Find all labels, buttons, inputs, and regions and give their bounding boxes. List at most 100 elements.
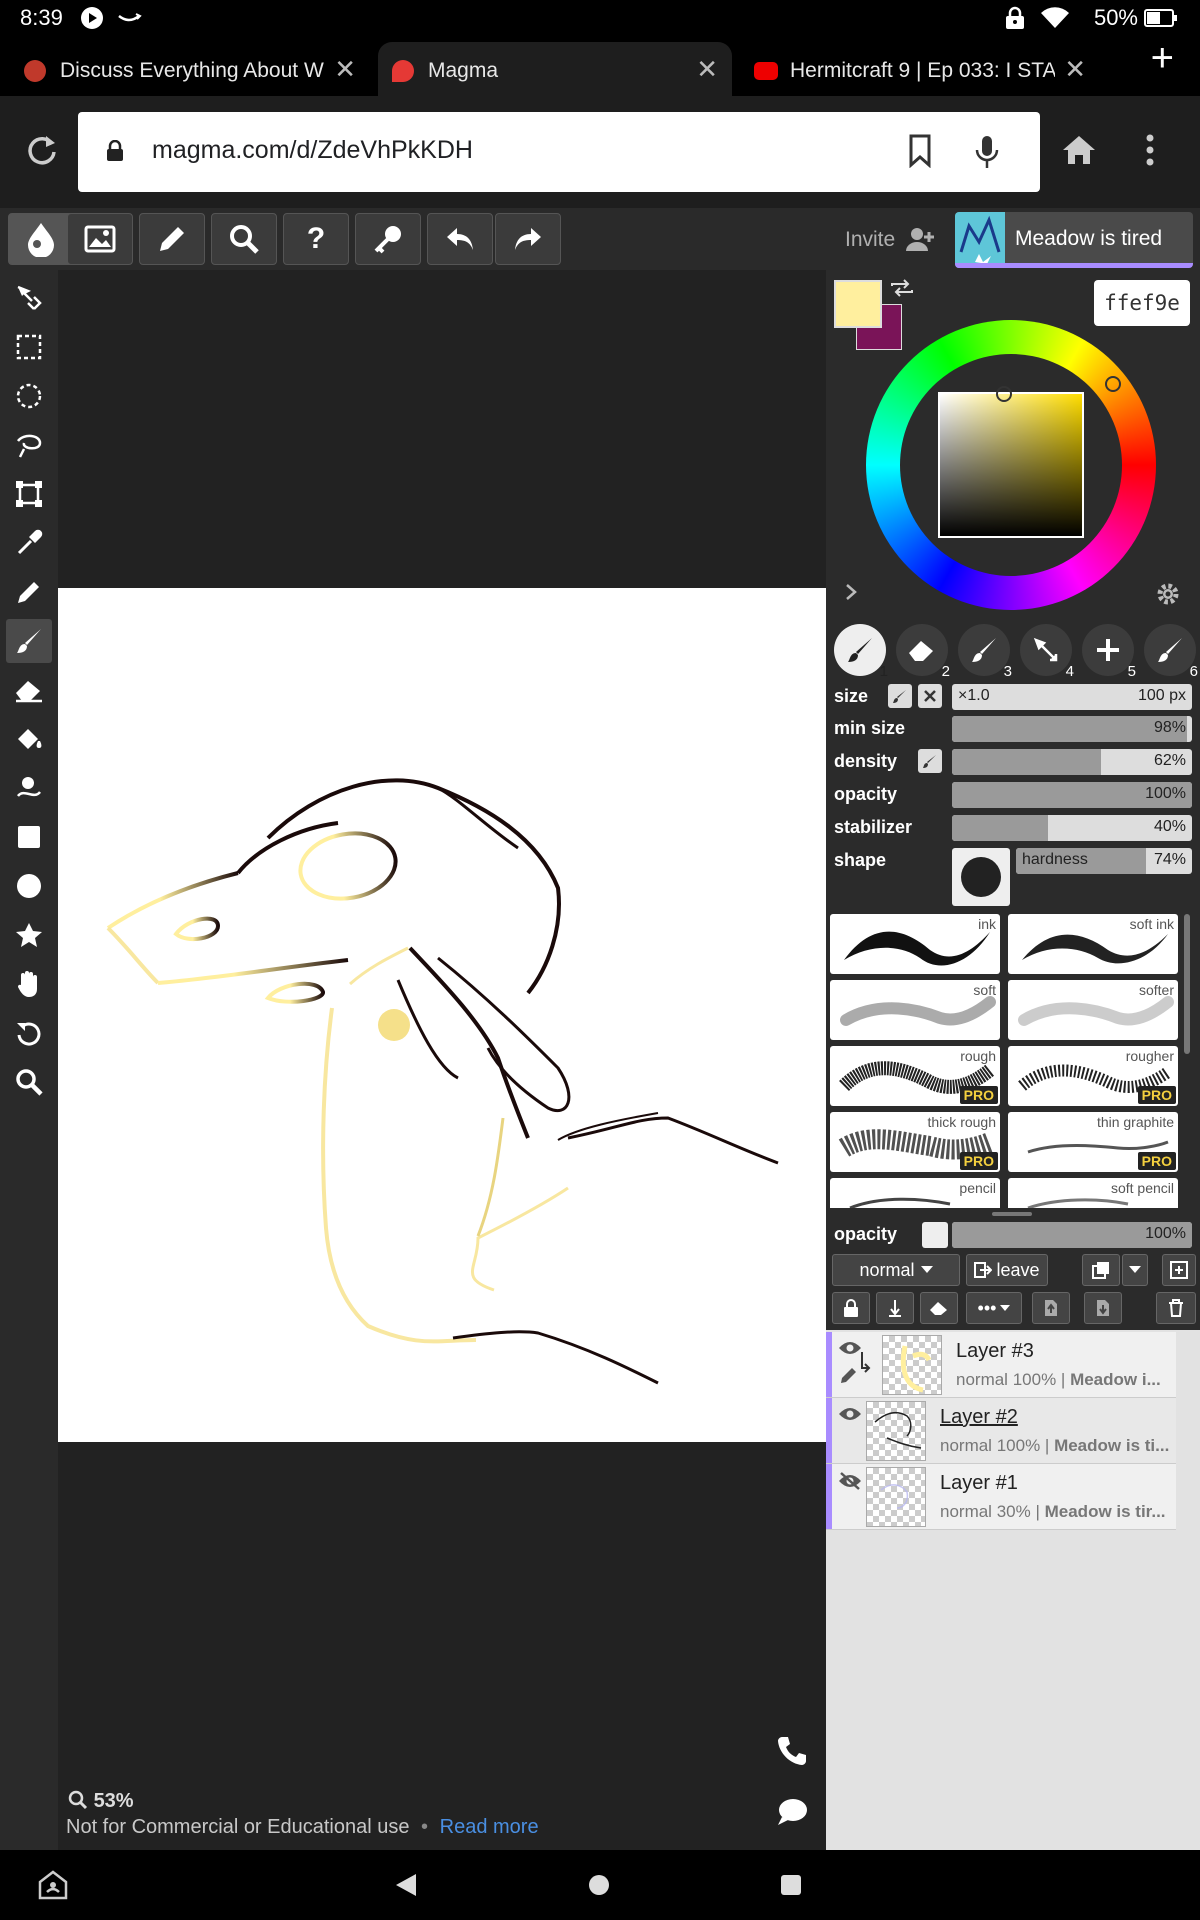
presets-scrollbar[interactable] (1184, 914, 1190, 1054)
layer-more-button[interactable]: ••• (966, 1292, 1022, 1324)
preset-soft[interactable]: soft (830, 980, 1000, 1040)
zoom-indicator[interactable]: 53% (68, 1790, 134, 1813)
tool-pencil[interactable] (6, 570, 52, 614)
swap-colors-icon[interactable] (890, 278, 914, 303)
new-tab-button[interactable]: + (1151, 36, 1174, 81)
tool-rotate[interactable] (6, 1011, 52, 1055)
layer-row-1[interactable]: Layer #1 normal 30% | Meadow is tir... (826, 1464, 1176, 1530)
color-wheel[interactable] (866, 320, 1156, 610)
brush-slot-4[interactable]: 4 (1020, 624, 1074, 680)
tool-eyedropper[interactable] (6, 521, 52, 565)
eye-hidden-icon[interactable] (838, 1472, 862, 1495)
preset-soft-ink[interactable]: soft ink (1008, 914, 1178, 974)
chevron-right-icon[interactable] (844, 582, 858, 607)
clipping-toggle[interactable] (922, 1222, 948, 1248)
layer-opacity-slider[interactable]: 100% (952, 1222, 1192, 1248)
close-tab-icon[interactable]: ✕ (1064, 54, 1086, 85)
preset-ink[interactable]: ink (830, 914, 1000, 974)
add-user-icon[interactable] (905, 226, 935, 257)
presets-resize-handle[interactable] (992, 1212, 1032, 1216)
size-slider[interactable]: ×1.0 100 px (952, 684, 1192, 710)
preset-rough[interactable]: rough PRO (830, 1046, 1000, 1106)
brush-slot-5[interactable]: 5 (1082, 624, 1136, 680)
clear-layer-button[interactable] (920, 1292, 958, 1324)
home-nav-icon[interactable] (588, 1874, 610, 1901)
duplicate-layer-button[interactable] (1082, 1254, 1120, 1286)
invite-label[interactable]: Invite (845, 228, 895, 252)
tool-rectangle[interactable] (6, 815, 52, 859)
move-layer-down-button[interactable] (1084, 1292, 1122, 1324)
gear-icon[interactable] (1156, 582, 1180, 611)
image-button[interactable] (67, 213, 133, 265)
move-layer-up-button[interactable] (1032, 1292, 1070, 1324)
url-field[interactable]: magma.com/d/ZdeVhPkKDH (78, 112, 1040, 192)
home-icon[interactable] (1062, 134, 1096, 171)
delete-layer-button[interactable] (1156, 1292, 1196, 1324)
brush-slot-3[interactable]: 3 (958, 624, 1012, 680)
tool-smudge[interactable] (6, 766, 52, 810)
recents-nav-icon[interactable] (780, 1874, 802, 1901)
user-chip[interactable]: Meadow is tired (955, 212, 1193, 268)
merge-down-button[interactable] (876, 1292, 914, 1324)
microphone-icon[interactable] (974, 134, 1000, 175)
tool-zoom[interactable] (6, 1060, 52, 1104)
preset-rougher[interactable]: rougher PRO (1008, 1046, 1178, 1106)
tool-brush[interactable] (6, 619, 52, 663)
eye-icon[interactable] (838, 1406, 862, 1427)
opacity-slider[interactable]: 100% (952, 782, 1192, 808)
tool-ellipse-select[interactable] (6, 374, 52, 418)
tool-move[interactable] (6, 276, 52, 320)
undo-button[interactable] (427, 213, 493, 265)
layer-row-3[interactable]: Layer #3 normal 100% | Meadow i... (826, 1332, 1176, 1398)
read-more-link[interactable]: Read more (440, 1816, 539, 1838)
redo-button[interactable] (495, 213, 561, 265)
tool-polygon[interactable] (6, 913, 52, 957)
tool-fill[interactable] (6, 717, 52, 761)
brush-shape-preview[interactable] (952, 848, 1010, 906)
stabilizer-slider[interactable]: 40% (952, 815, 1192, 841)
tab-magma[interactable]: Magma ✕ (378, 42, 732, 96)
preset-soft-pencil[interactable]: soft pencil (1008, 1178, 1178, 1208)
key-button[interactable] (355, 213, 421, 265)
help-button[interactable]: ? (283, 213, 349, 265)
add-layer-button[interactable] (1162, 1254, 1196, 1286)
phone-icon[interactable] (776, 1735, 808, 1772)
preset-thin-graphite[interactable]: thin graphite PRO (1008, 1112, 1178, 1172)
min-size-slider[interactable]: 98% (952, 716, 1192, 742)
saturation-square[interactable] (938, 392, 1084, 538)
tool-ellipse[interactable] (6, 864, 52, 908)
blend-mode-select[interactable]: normal (832, 1254, 960, 1286)
chat-icon[interactable] (776, 1797, 808, 1832)
pressure-density-icon[interactable] (918, 749, 942, 773)
tab-hermitcraft[interactable]: Hermitcraft 9 | Ep 033: I STAI ✕ (740, 42, 1100, 96)
brush-slot-6[interactable]: 6 (1144, 624, 1198, 680)
magma-menu-button[interactable] (8, 213, 74, 265)
tool-rect-select[interactable] (6, 325, 52, 369)
search-button[interactable] (211, 213, 277, 265)
tool-hand[interactable] (6, 962, 52, 1006)
close-tab-icon[interactable]: ✕ (696, 54, 718, 85)
eye-icon[interactable] (838, 1340, 862, 1361)
edit-button[interactable] (139, 213, 205, 265)
hue-handle[interactable] (1105, 376, 1121, 392)
back-nav-icon[interactable] (394, 1872, 418, 1903)
accessibility-home-icon[interactable] (38, 1870, 68, 1905)
tool-lasso[interactable] (6, 423, 52, 467)
layer-row-2[interactable]: Layer #2 normal 100% | Meadow is ti... (826, 1398, 1176, 1464)
duplicate-options-button[interactable] (1122, 1254, 1148, 1286)
drawing-artboard[interactable] (58, 588, 826, 1442)
close-tab-icon[interactable]: ✕ (334, 54, 356, 85)
bookmark-icon[interactable] (908, 134, 932, 173)
saturation-handle[interactable] (996, 386, 1012, 402)
density-slider[interactable]: 62% (952, 749, 1192, 775)
preset-softer[interactable]: softer (1008, 980, 1178, 1040)
pressure-size-icon[interactable] (888, 684, 912, 708)
tool-transform[interactable] (6, 472, 52, 516)
reload-icon[interactable] (24, 132, 60, 173)
hardness-slider[interactable]: hardness 74% (1016, 848, 1192, 874)
brush-slot-1[interactable]: 1 (834, 624, 888, 680)
leave-button[interactable]: leave (966, 1254, 1048, 1286)
tab-discuss[interactable]: Discuss Everything About W ✕ (10, 42, 370, 96)
close-size-icon[interactable] (918, 684, 942, 708)
preset-thick-rough[interactable]: thick rough PRO (830, 1112, 1000, 1172)
